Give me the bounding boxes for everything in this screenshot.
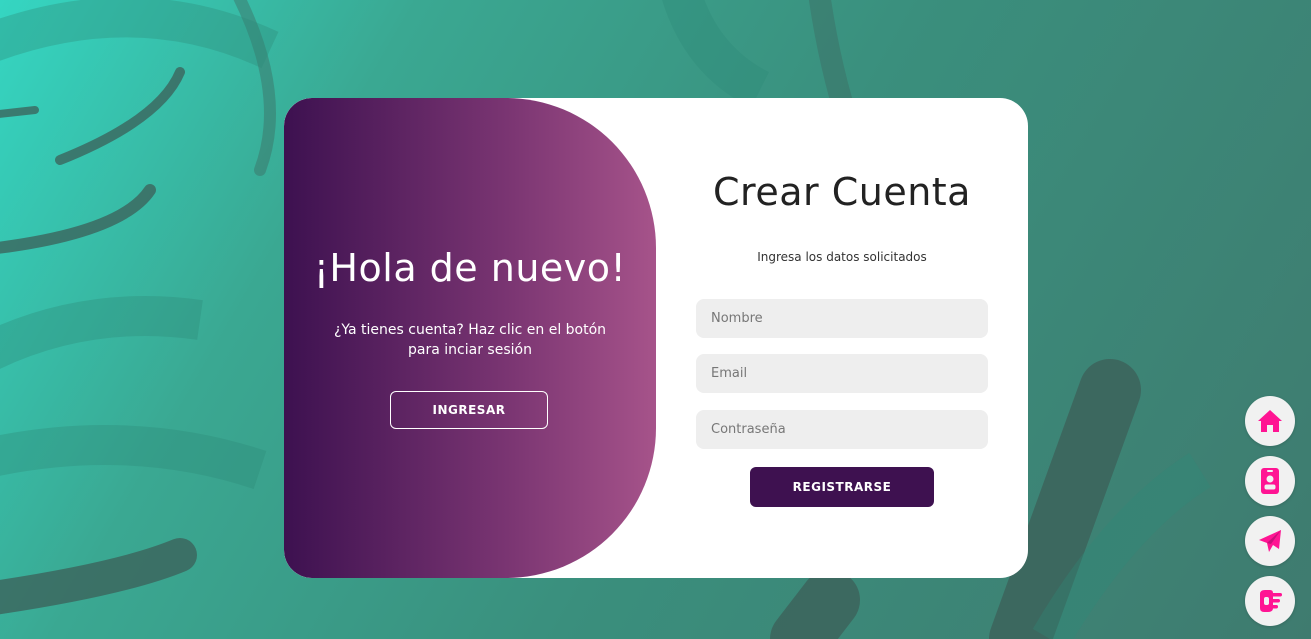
register-button[interactable]: REGISTRARSE — [750, 467, 934, 507]
contact-nav-button[interactable] — [1245, 516, 1295, 566]
login-button[interactable]: INGRESAR — [390, 391, 548, 429]
password-field[interactable] — [696, 410, 988, 449]
profile-nav-button[interactable] — [1245, 456, 1295, 506]
logout-nav-button[interactable] — [1245, 576, 1295, 626]
hand-pointer-icon — [1260, 590, 1282, 612]
welcome-title: ¡Hola de nuevo! — [313, 246, 627, 290]
home-nav-button[interactable] — [1245, 396, 1295, 446]
email-field[interactable] — [696, 354, 988, 393]
id-card-icon — [1261, 468, 1279, 494]
welcome-panel: ¡Hola de nuevo! ¿Ya tienes cuenta? Haz c… — [284, 98, 656, 578]
home-icon — [1258, 410, 1282, 432]
paper-plane-icon — [1259, 530, 1281, 552]
welcome-message: ¿Ya tienes cuenta? Haz clic en el botón … — [333, 322, 607, 358]
name-field[interactable] — [696, 299, 988, 338]
register-title: Crear Cuenta — [713, 170, 971, 214]
auth-card: ¡Hola de nuevo! ¿Ya tienes cuenta? Haz c… — [284, 98, 1028, 578]
register-panel: Crear Cuenta Ingresa los datos solicitad… — [656, 98, 1028, 578]
register-subtitle: Ingresa los datos solicitados — [757, 250, 927, 264]
